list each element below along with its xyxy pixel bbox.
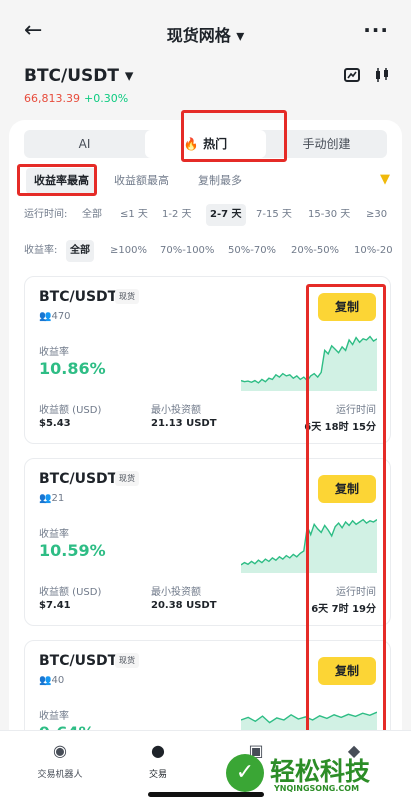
income-label: 收益额 (USD) xyxy=(39,587,102,598)
top-bar: ← 现货网格 ▾ ··· xyxy=(0,0,411,64)
watermark-logo-icon: ✓ xyxy=(226,754,264,792)
users-icon: 👥 xyxy=(39,493,52,504)
watermark-domain: YNQINGSONG.COM xyxy=(274,784,360,793)
copier-count: 👥470 xyxy=(39,311,71,322)
sort-highest-income[interactable]: 收益额最高 xyxy=(114,168,169,194)
runtime-option[interactable]: 全部 xyxy=(82,204,102,226)
highlight-box xyxy=(306,284,386,738)
yield-option[interactable]: 70%-100% xyxy=(160,240,214,262)
yield-option[interactable]: 20%-50% xyxy=(291,240,339,262)
rate-label: 收益率 xyxy=(39,529,69,540)
yield-option[interactable]: ≥100% xyxy=(110,240,147,262)
income-label: 收益额 (USD) xyxy=(39,405,102,416)
copier-count: 👥40 xyxy=(39,675,64,686)
tab-ai[interactable]: AI xyxy=(24,130,145,158)
rate-value: 10.86% xyxy=(39,359,106,378)
highlight-box xyxy=(17,164,97,196)
min-invest-label: 最小投资额 xyxy=(151,405,201,416)
rate-label: 收益率 xyxy=(39,711,69,722)
min-invest-value: 21.13 USDT xyxy=(151,418,217,429)
sort-most-copied[interactable]: 复制最多 xyxy=(198,168,242,194)
nav-trading-bots[interactable]: ◉ 交易机器人 xyxy=(20,741,100,780)
runtime-option[interactable]: 7-15 天 xyxy=(256,204,292,226)
yield-option[interactable]: 50%-70% xyxy=(228,240,276,262)
copier-count: 👥21 xyxy=(39,493,64,504)
income-value: $7.41 xyxy=(39,600,71,611)
rate-label: 收益率 xyxy=(39,347,69,358)
candlestick-icon[interactable] xyxy=(373,66,391,89)
trade-icon: ● xyxy=(151,741,165,760)
min-invest-value: 20.38 USDT xyxy=(151,600,217,611)
robot-icon: ◉ xyxy=(53,741,67,760)
spot-tag: 现货 xyxy=(115,289,139,304)
chart-icon[interactable] xyxy=(343,66,361,89)
highlight-box xyxy=(181,110,287,162)
rate-value: 10.59% xyxy=(39,541,106,560)
yield-label: 收益率: xyxy=(24,245,58,256)
nav-label: 交易 xyxy=(148,770,167,780)
copier-count-value: 21 xyxy=(51,493,65,504)
card-pair: BTC/USDT xyxy=(39,471,118,487)
users-icon: 👥 xyxy=(39,311,52,322)
home-indicator xyxy=(148,792,264,797)
card-pair: BTC/USDT xyxy=(39,289,118,305)
copier-count-value: 470 xyxy=(51,311,71,322)
runtime-option-selected[interactable]: 2-7 天 xyxy=(206,204,246,226)
runtime-option[interactable]: 15-30 天 xyxy=(308,204,350,226)
users-icon: 👥 xyxy=(39,675,52,686)
card-pair: BTC/USDT xyxy=(39,653,118,669)
runtime-label: 运行时间: xyxy=(24,209,68,220)
page-title[interactable]: 现货网格 ▾ xyxy=(0,22,411,46)
spot-tag: 现货 xyxy=(115,653,139,668)
filter-icon[interactable]: ▼ xyxy=(380,172,390,187)
yield-option[interactable]: 10%-20 xyxy=(354,240,393,262)
min-invest-label: 最小投资额 xyxy=(151,587,201,598)
price-line: 66,813.39 +0.30% xyxy=(24,92,128,105)
spot-tag: 现货 xyxy=(115,471,139,486)
copier-count-value: 40 xyxy=(51,675,65,686)
runtime-filter: 运行时间: 全部 ≤1 天 1-2 天 2-7 天 7-15 天 15-30 天… xyxy=(24,204,404,226)
pair-selector[interactable]: BTC/USDT ▾ xyxy=(24,66,133,86)
runtime-option[interactable]: ≥30 xyxy=(366,204,387,226)
runtime-option[interactable]: ≤1 天 xyxy=(120,204,148,226)
more-icon[interactable]: ··· xyxy=(363,18,389,42)
yield-option-selected[interactable]: 全部 xyxy=(66,240,94,262)
nav-label: 交易机器人 xyxy=(37,770,83,780)
income-value: $5.43 xyxy=(39,418,71,429)
runtime-option[interactable]: 1-2 天 xyxy=(162,204,192,226)
price-change: +0.30% xyxy=(83,92,129,105)
yield-filter: 收益率: 全部 ≥100% 70%-100% 50%-70% 20%-50% 1… xyxy=(24,240,404,262)
last-price: 66,813.39 xyxy=(24,92,80,105)
watermark-name: 轻松科技 xyxy=(270,757,371,786)
nav-trade[interactable]: ● 交易 xyxy=(118,741,198,780)
